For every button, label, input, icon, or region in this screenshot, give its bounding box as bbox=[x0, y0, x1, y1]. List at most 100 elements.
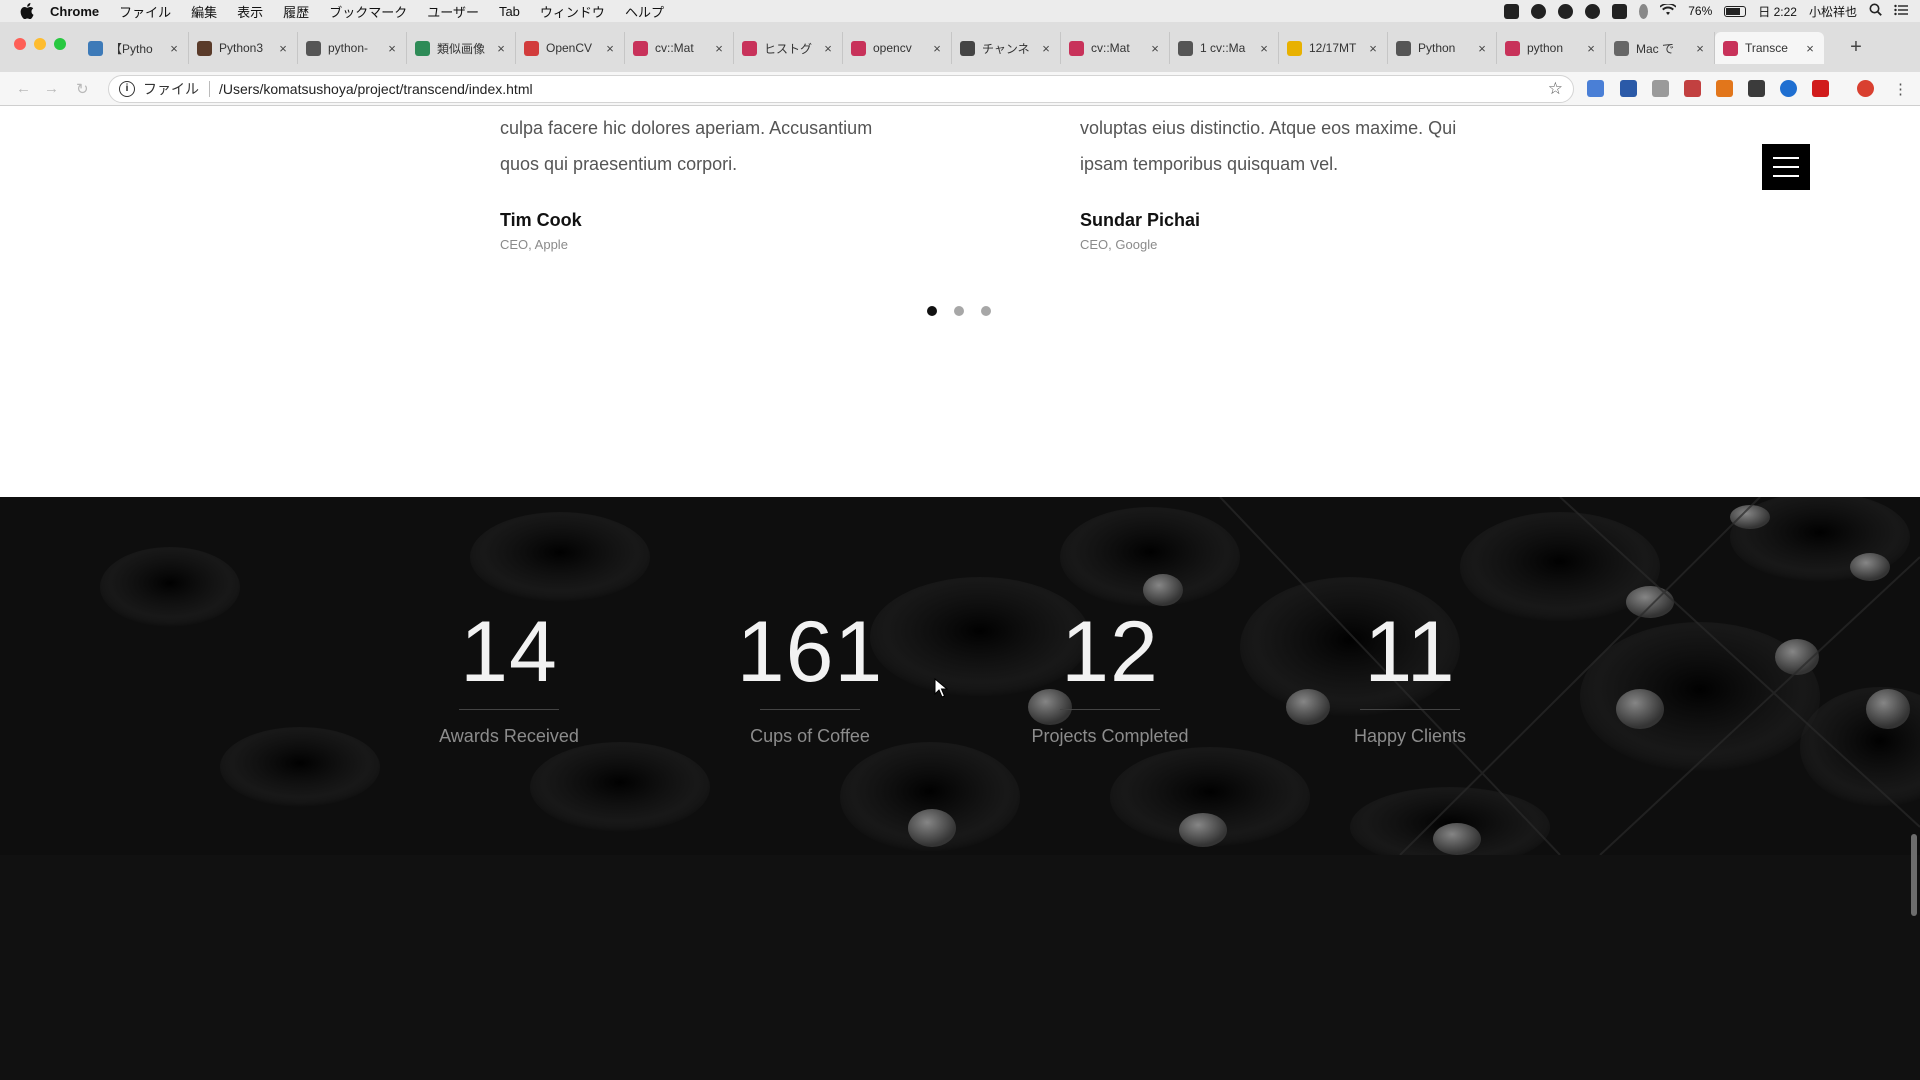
browser-tab[interactable]: 1 cv::Ma × bbox=[1170, 32, 1279, 64]
menu-tab[interactable]: Tab bbox=[499, 4, 520, 19]
clock[interactable]: 日 2:22 bbox=[1758, 3, 1797, 20]
metamask-extension-icon[interactable] bbox=[1716, 80, 1733, 97]
dictionary-extension-icon[interactable] bbox=[1620, 80, 1637, 97]
tab-close-icon[interactable]: × bbox=[1149, 41, 1161, 56]
apple-menu-icon[interactable] bbox=[18, 2, 36, 20]
fullscreen-window-button[interactable] bbox=[54, 38, 66, 50]
reload-icon[interactable]: ↻ bbox=[76, 80, 89, 98]
browser-tab[interactable]: python × bbox=[1497, 32, 1606, 64]
testimonial-quote-right-line1: voluptas eius distinctio. Atque eos maxi… bbox=[1080, 118, 1457, 138]
tab-close-icon[interactable]: × bbox=[1585, 41, 1597, 56]
tab-close-icon[interactable]: × bbox=[822, 41, 834, 56]
tab-close-icon[interactable]: × bbox=[1476, 41, 1488, 56]
browser-tab[interactable]: チャンネ × bbox=[952, 32, 1061, 64]
tab-favicon-icon bbox=[1723, 40, 1738, 56]
close-window-button[interactable] bbox=[14, 38, 26, 50]
browser-tab[interactable]: Mac で × bbox=[1606, 32, 1715, 64]
video-extension-icon[interactable] bbox=[1812, 80, 1829, 97]
status-area: 76% 日 2:22 小松祥也 bbox=[1504, 0, 1908, 22]
minimize-window-button[interactable] bbox=[34, 38, 46, 50]
carousel-dot[interactable] bbox=[954, 306, 964, 316]
menu-edit[interactable]: 編集 bbox=[191, 2, 217, 21]
back-arrow-icon[interactable]: ← bbox=[16, 80, 31, 97]
carousel-dot[interactable] bbox=[927, 306, 937, 316]
new-tab-button[interactable]: + bbox=[1843, 35, 1869, 61]
menu-history[interactable]: 履歴 bbox=[283, 2, 309, 21]
browser-menu-icon[interactable]: ⋮ bbox=[1893, 80, 1908, 98]
spotlight-search-icon[interactable] bbox=[1869, 3, 1882, 19]
notification-center-icon[interactable] bbox=[1894, 4, 1908, 19]
user-name[interactable]: 小松祥也 bbox=[1809, 3, 1857, 20]
tab-close-icon[interactable]: × bbox=[495, 41, 507, 56]
mouse-cursor-icon bbox=[934, 678, 948, 698]
vpn-extension-icon[interactable] bbox=[1780, 80, 1797, 97]
tab-title: チャンネ bbox=[982, 41, 1030, 56]
page-scrollbar-thumb[interactable] bbox=[1911, 834, 1917, 916]
tab-title: Transce bbox=[1745, 41, 1788, 55]
browser-tab[interactable]: Python × bbox=[1388, 32, 1497, 64]
screenshot-extension-icon[interactable] bbox=[1652, 80, 1669, 97]
browser-tab[interactable]: Python3 × bbox=[189, 32, 298, 64]
tab-close-icon[interactable]: × bbox=[1040, 41, 1052, 56]
browser-tab[interactable]: cv::Mat × bbox=[625, 32, 734, 64]
tab-close-icon[interactable]: × bbox=[1367, 41, 1379, 56]
browser-tab[interactable]: Transce × bbox=[1715, 32, 1824, 64]
menu-bookmarks[interactable]: ブックマーク bbox=[329, 2, 407, 21]
app-menu-chrome[interactable]: Chrome bbox=[50, 4, 99, 19]
tab-close-icon[interactable]: × bbox=[277, 41, 289, 56]
bluetooth-icon[interactable] bbox=[1639, 3, 1649, 19]
testimonial-role-right: CEO, Google bbox=[1080, 237, 1158, 252]
address-scheme-label: ファイル bbox=[143, 81, 199, 97]
stats-section: 14 Awards Received 161 Cups of Coffee 12… bbox=[0, 497, 1920, 855]
tab-close-icon[interactable]: × bbox=[1804, 41, 1816, 56]
menu-file[interactable]: ファイル bbox=[119, 2, 171, 21]
tab-favicon-icon bbox=[1505, 40, 1520, 56]
menu-people[interactable]: ユーザー bbox=[427, 2, 479, 21]
tab-close-icon[interactable]: × bbox=[604, 41, 616, 56]
translate-extension-icon[interactable] bbox=[1587, 80, 1604, 97]
tab-close-icon[interactable]: × bbox=[1258, 41, 1270, 56]
menu-window[interactable]: ウィンドウ bbox=[540, 2, 605, 21]
tab-close-icon[interactable]: × bbox=[713, 41, 725, 56]
input-method-icon[interactable] bbox=[1612, 3, 1628, 19]
bookmark-star-icon[interactable]: ☆ bbox=[1548, 79, 1563, 99]
grammarly-icon[interactable] bbox=[1531, 3, 1547, 19]
address-url[interactable]: /Users/komatsushoya/project/transcend/in… bbox=[219, 81, 533, 97]
stat-clients: 11 Happy Clients bbox=[1260, 602, 1560, 747]
stat-awards: 14 Awards Received bbox=[359, 602, 659, 747]
browser-tab[interactable]: OpenCV × bbox=[516, 32, 625, 64]
tab-favicon-icon bbox=[197, 40, 212, 56]
browser-tab[interactable]: python- × bbox=[298, 32, 407, 64]
cloud-icon[interactable] bbox=[1558, 3, 1574, 19]
site-info-icon[interactable]: i bbox=[119, 81, 135, 97]
battery-icon[interactable] bbox=[1724, 5, 1747, 17]
stat-label: Projects Completed bbox=[1031, 726, 1189, 746]
tab-close-icon[interactable]: × bbox=[1694, 41, 1706, 56]
window-controls bbox=[14, 38, 66, 50]
browser-tab[interactable]: cv::Mat × bbox=[1061, 32, 1170, 64]
tab-favicon-icon bbox=[1287, 40, 1302, 56]
creative-cloud-icon[interactable] bbox=[1585, 3, 1601, 19]
selenium-extension-icon[interactable] bbox=[1748, 80, 1765, 97]
menu-view[interactable]: 表示 bbox=[237, 2, 263, 21]
address-bar[interactable]: i ファイル /Users/komatsushoya/project/trans… bbox=[108, 75, 1574, 103]
forward-arrow-icon[interactable]: → bbox=[44, 80, 59, 97]
browser-tab[interactable]: opencv × bbox=[843, 32, 952, 64]
tab-title: 12/17MT bbox=[1309, 41, 1357, 55]
browser-tab[interactable]: 12/17MT × bbox=[1279, 32, 1388, 64]
browser-tab[interactable]: 【Pytho × bbox=[80, 32, 189, 64]
menu-help[interactable]: ヘルプ bbox=[625, 2, 664, 21]
hamburger-line bbox=[1773, 157, 1799, 159]
adblock-extension-icon[interactable] bbox=[1684, 80, 1701, 97]
tab-close-icon[interactable]: × bbox=[931, 41, 943, 56]
tab-close-icon[interactable]: × bbox=[168, 41, 180, 56]
profile-avatar[interactable] bbox=[1857, 80, 1874, 97]
browser-tab[interactable]: ヒストグ × bbox=[734, 32, 843, 64]
tab-close-icon[interactable]: × bbox=[386, 41, 398, 56]
tab-favicon-icon bbox=[1614, 40, 1629, 56]
wifi-icon[interactable] bbox=[1659, 2, 1677, 19]
record-icon[interactable] bbox=[1504, 3, 1520, 19]
browser-tab[interactable]: 類似画像 × bbox=[407, 32, 516, 64]
carousel-dot[interactable] bbox=[981, 306, 991, 316]
menu-hamburger-button[interactable] bbox=[1762, 144, 1810, 190]
